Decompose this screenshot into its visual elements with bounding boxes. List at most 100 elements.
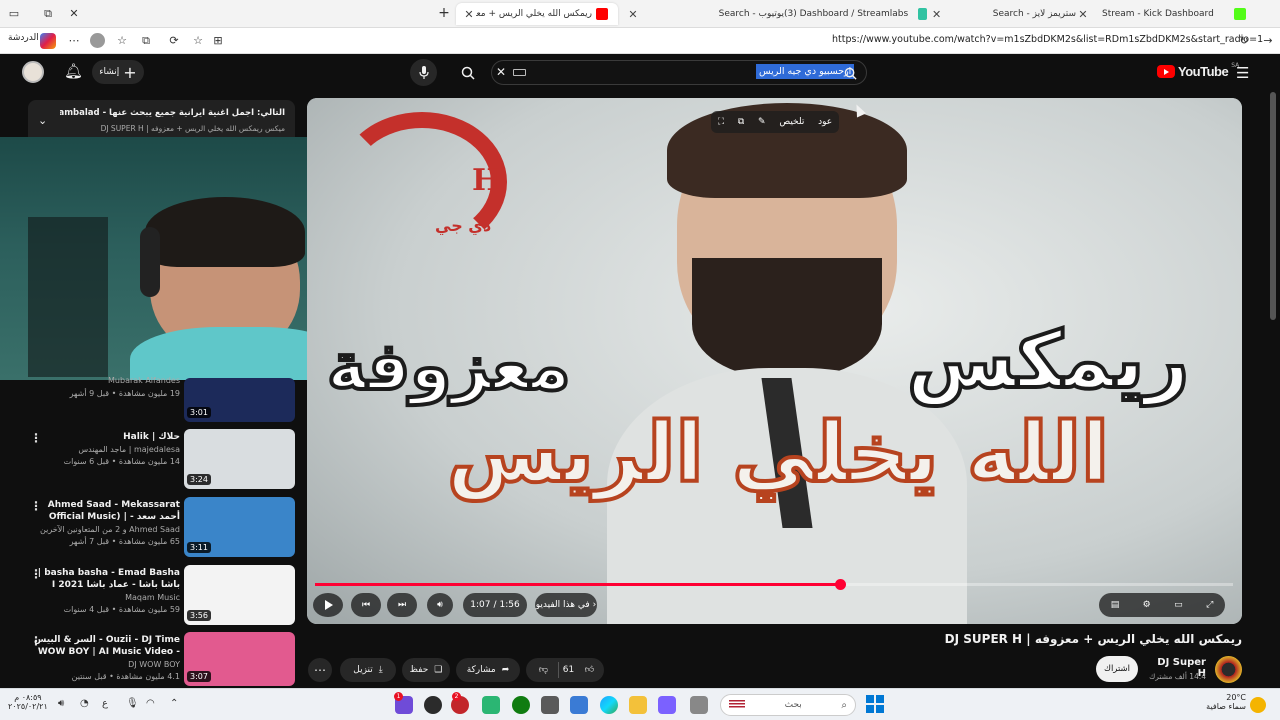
subscribe-button[interactable]: اشتراك — [1096, 656, 1138, 682]
video-thumbnail[interactable]: 3:01 — [184, 378, 295, 422]
playlist-panel[interactable]: ⌄ التالي: اجمل اغنية ايرانية جميع يبحث ع… — [28, 100, 295, 138]
fullscreen-capture-icon[interactable]: ⛶ — [718, 117, 724, 127]
account-avatar[interactable] — [22, 61, 44, 83]
video-channel[interactable]: Ahmed Saad و 2 من المتعاونين الآخرين — [30, 525, 180, 534]
save-button[interactable]: حفظ ❑ — [402, 658, 450, 682]
video-thumbnail[interactable]: 3:56 — [184, 565, 295, 625]
video-player[interactable]: H دي جي ريمكس معزوفة الله يخلي الريس ⛶ ⧉… — [307, 98, 1242, 624]
video-title[interactable]: Ahmed Saad - Mekassarat أحمد سعد - | (Of… — [30, 499, 180, 523]
more-actions-button[interactable]: ⋯ — [308, 658, 332, 682]
list-item[interactable]: ⋮ 3:11 Ahmed Saad - Mekassarat أحمد سعد … — [26, 497, 296, 561]
favorites-icon[interactable]: ☆ — [114, 33, 130, 49]
clear-search-icon[interactable]: ✕ — [496, 65, 506, 79]
video-channel[interactable]: Maqam Music — [30, 593, 180, 602]
forward-icon[interactable]: → — [1260, 33, 1276, 49]
start-button[interactable] — [866, 695, 884, 713]
settings-gear-icon[interactable]: ⚙︎ — [1143, 600, 1151, 610]
search-query-text[interactable]: ارحسبيو دي جيه الريس — [756, 64, 855, 79]
like-icon[interactable]: 👍︎ — [579, 665, 601, 675]
share-button[interactable]: مشاركة ➦ — [456, 658, 520, 682]
notifications-bell-icon[interactable]: 🔔︎ — [64, 62, 83, 80]
tab-kick-search[interactable]: Search - ستريمز لايز ✕ — [956, 3, 1096, 25]
list-item[interactable]: 3:01 Mubarak Alfandes 19 مليون مشاهدة • … — [26, 376, 296, 424]
search-submit-left-button[interactable] — [454, 59, 481, 86]
obs-taskbar-icon[interactable] — [424, 696, 442, 714]
close-tab-icon[interactable]: ✕ — [1076, 8, 1090, 21]
voice-search-button[interactable] — [410, 59, 437, 86]
weather-widget[interactable]: 20°C سماء صافية — [1200, 693, 1246, 711]
translate-chip[interactable]: عود — [818, 117, 832, 127]
theater-mode-icon[interactable]: ▭ — [1174, 600, 1183, 610]
wifi-tray-icon[interactable]: ◠ — [146, 698, 155, 709]
network-tray-icon[interactable]: ◔ — [80, 698, 89, 709]
progress-track[interactable] — [315, 579, 1233, 590]
store-taskbar-icon[interactable] — [570, 696, 588, 714]
expand-chevron-icon[interactable]: ⌄ — [38, 114, 47, 127]
subtitles-icon[interactable]: ▤ — [1111, 600, 1120, 610]
video-title[interactable]: basha basha - Emad Basha | باشا باشا - ع… — [30, 567, 180, 591]
youtube-logo[interactable]: YouTube SA — [1157, 62, 1239, 79]
video-title[interactable]: حلاك | Halik — [30, 431, 180, 443]
video-thumbnail[interactable]: 3:24 — [184, 429, 295, 489]
copilot-label[interactable]: الدردشة — [8, 33, 39, 43]
tab-youtube-active[interactable]: ✕ ريمكس الله يخلي الريس + معزوفه | ... — [456, 3, 618, 25]
microphone-tray-icon[interactable]: 🎙︎ — [126, 698, 139, 709]
video-channel[interactable]: DJ WOW BOY — [30, 660, 180, 669]
split-screen-icon[interactable]: ⊞ — [210, 33, 226, 49]
close-tab-icon[interactable]: ✕ — [626, 8, 640, 21]
bookmark-star-icon[interactable]: ☆ — [190, 33, 206, 49]
video-thumbnail[interactable]: 3:07 — [184, 632, 295, 686]
dislike-icon[interactable]: 👎︎ — [530, 665, 558, 675]
video-channel[interactable]: Mubarak Alfandes — [30, 376, 180, 385]
file-explorer-taskbar-icon[interactable] — [629, 696, 647, 714]
search-button[interactable] — [844, 65, 857, 84]
new-tab-icon[interactable]: + — [436, 5, 452, 21]
show-hidden-icons[interactable]: ⌃ — [170, 698, 178, 709]
profile-avatar[interactable] — [90, 33, 105, 48]
fullscreen-icon[interactable]: ⤢ — [1206, 600, 1213, 610]
close-tab-icon[interactable]: ✕ — [931, 8, 942, 21]
edge-taskbar-icon[interactable] — [600, 696, 618, 714]
streamlabs-taskbar-icon[interactable] — [482, 696, 500, 714]
previous-button[interactable]: ⏮︎ — [351, 593, 381, 617]
edit-icon[interactable]: ✎ — [758, 117, 766, 127]
video-channel[interactable]: majedalesa | ماجد المهندس — [30, 445, 180, 454]
tab-streamlabs[interactable]: (3) Dashboard / Streamlabs ✕ — [778, 3, 948, 25]
extensions-icon[interactable]: ⟳ — [166, 33, 182, 49]
xbox-taskbar-icon[interactable] — [512, 696, 530, 714]
clock[interactable]: ٠٨:٥٩ م ٢٠٢٥/٠٢/٢١ — [8, 693, 48, 711]
more-icon[interactable]: ⋯ — [66, 33, 82, 49]
task-view-taskbar-icon[interactable] — [690, 696, 708, 714]
new-window-icon[interactable]: ✕ — [66, 6, 82, 22]
hamburger-menu-icon[interactable]: ☰ — [1236, 64, 1249, 82]
list-item[interactable]: ⋮ 3:24 حلاك | Halik majedalesa | ماجد ال… — [26, 429, 296, 493]
copilot-icon[interactable] — [40, 33, 56, 49]
list-item[interactable]: ⋮ 3:07 Ouzii - DJ Time - السر & البيس - … — [26, 632, 296, 686]
notepad-taskbar-icon[interactable] — [541, 696, 559, 714]
summarize-chip[interactable]: تلخيص — [779, 117, 804, 127]
volume-tray-icon[interactable]: 🔊︎ — [58, 698, 64, 709]
keyboard-icon[interactable] — [513, 69, 526, 76]
copilot-taskbar-icon[interactable] — [658, 696, 676, 714]
list-item[interactable]: ⋮ 3:56 basha basha - Emad Basha | باشا ب… — [26, 565, 296, 629]
reload-icon[interactable]: ↻ — [1236, 33, 1252, 49]
tab-youtube-search[interactable]: ✕ Search - يوتيوب — [620, 3, 790, 25]
next-button[interactable]: ⏭︎ — [387, 593, 417, 617]
tab-kick-dashboard[interactable]: Stream - Kick Dashboard — [1096, 3, 1256, 25]
create-button[interactable]: إنشاء + — [92, 60, 144, 84]
picture-in-picture-icon[interactable]: ⧉ — [738, 117, 744, 127]
window-menu-icon[interactable]: ▭ — [6, 6, 22, 22]
taskbar-search-box[interactable]: بحث ⌕ — [720, 694, 856, 716]
url-text[interactable]: https://www.youtube.com/watch?v=m1sZbdDK… — [832, 34, 1263, 45]
video-thumbnail[interactable]: 3:11 — [184, 497, 295, 557]
tab-actions-icon[interactable]: ⧉ — [40, 6, 56, 22]
video-title[interactable]: Ouzii - DJ Time - السر & البيس - WOW BOY… — [30, 634, 180, 658]
language-indicator[interactable]: ع — [102, 698, 108, 709]
collections-icon[interactable]: ⧉ — [138, 33, 154, 49]
progress-scrubber[interactable] — [835, 579, 846, 590]
chapter-chip[interactable]: ‹ في هذا الفيديو — [535, 593, 597, 617]
close-tab-icon[interactable]: ✕ — [462, 8, 476, 21]
download-button[interactable]: تنزيل ⤓ — [340, 658, 396, 682]
play-button[interactable] — [313, 593, 343, 617]
page-scrollbar[interactable] — [1270, 92, 1276, 320]
